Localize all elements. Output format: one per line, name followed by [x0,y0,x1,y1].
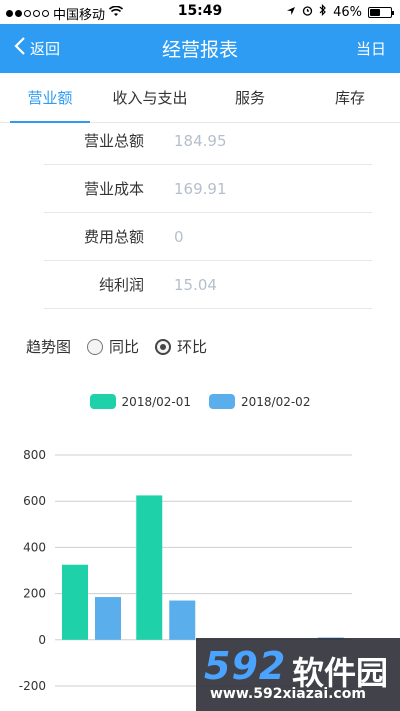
tab-inventory[interactable]: 库存 [300,73,400,122]
radio-checked-icon [155,338,172,355]
y-tick-label: 400 [23,540,46,554]
summary-value: 184.95 [174,131,227,150]
summary-label: 纯利润 [98,276,144,294]
bar-series-1[interactable] [62,564,88,640]
legend-swatch [89,394,116,409]
summary-label: 营业成本 [83,180,144,198]
alarm-icon [302,5,313,20]
summary-value: 169.91 [174,179,227,198]
summary-value: 0 [174,227,184,246]
watermark-logo: 592 [204,644,287,688]
nav-bar: 返回 经营报表 当日 [0,24,400,73]
radio-mom[interactable]: 环比 [155,336,207,357]
bar-series-2[interactable] [95,597,121,640]
legend-item-series-2[interactable]: 2018/02-02 [209,394,310,409]
summary-row-expenses: 费用总额 0 [44,213,372,261]
status-right: 46% [286,4,394,20]
battery-icon [368,6,394,18]
bar-series-1[interactable] [136,495,163,640]
radio-mom-label: 环比 [177,338,208,356]
trend-label: 趋势图 [26,338,72,356]
y-tick-label: 200 [23,587,46,601]
summary-label: 营业总额 [83,132,144,150]
y-tick-label: 600 [23,494,46,508]
radio-yoy[interactable]: 同比 [87,336,139,357]
radio-unchecked-icon [87,338,104,355]
radio-yoy-label: 同比 [109,338,140,356]
summary-row-cost: 营业成本 169.91 [44,165,372,213]
y-tick-label: 0 [38,633,46,647]
summary-row-total-revenue: 营业总额 184.95 [44,117,372,165]
status-bar: 中国移动 15:49 46% [0,0,400,24]
legend-item-series-1[interactable]: 2018/02-01 [89,394,191,409]
y-tick-label: 800 [23,448,46,462]
bluetooth-icon [319,4,327,20]
today-button[interactable]: 当日 [356,38,386,59]
watermark-url: www.592xiazai.com [210,686,366,702]
tab-service[interactable]: 服务 [200,73,300,122]
watermark: 592 软件园 www.592xiazai.com [196,638,400,711]
tab-revenue[interactable]: 营业额 [0,73,100,123]
trend-selector: 趋势图 同比 环比 [26,336,207,357]
legend-label: 2018/02-01 [121,394,191,409]
chart-legend: 2018/02-01 2018/02-02 [0,394,400,409]
y-tick-label: -200 [19,679,46,693]
summary-row-net-profit: 纯利润 15.04 [44,261,372,309]
summary-list: 营业总额 184.95 营业成本 169.91 费用总额 0 纯利润 15.04 [44,117,372,309]
legend-label: 2018/02-02 [241,394,311,409]
location-icon [286,5,296,20]
page-title: 经营报表 [161,39,238,61]
tab-bar: 营业额 收入与支出 服务 库存 [0,73,400,123]
tab-income-expense[interactable]: 收入与支出 [100,73,200,122]
battery-percent: 46% [333,4,362,20]
bar-series-2[interactable] [169,600,196,640]
summary-label: 费用总额 [83,228,144,246]
legend-swatch [209,394,235,409]
summary-value: 15.04 [174,275,217,294]
